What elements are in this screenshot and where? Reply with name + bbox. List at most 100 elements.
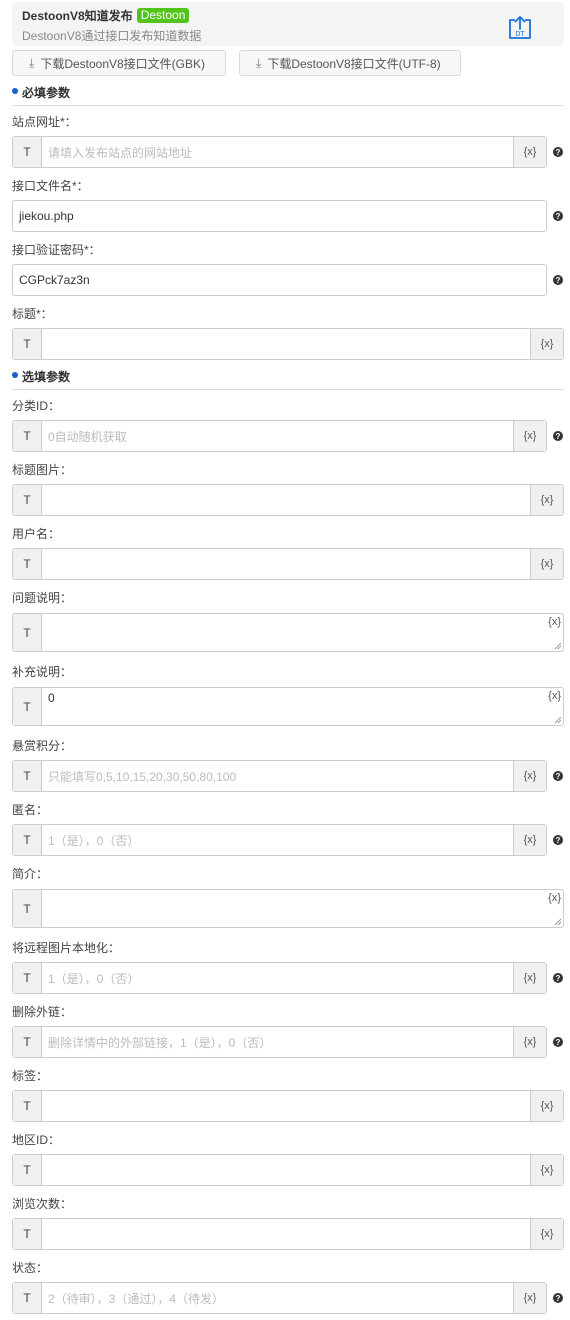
insert-variable-button[interactable]: {x} [530, 329, 563, 359]
intro-textarea[interactable] [42, 890, 563, 927]
reward-points-field: T 只能填写0,5,10,15,20,30,50,80,100 {x} [12, 760, 547, 792]
views-field: T {x} [12, 1218, 564, 1250]
username-input[interactable] [42, 549, 530, 579]
plugin-title: DestoonV8知道发布 [22, 8, 133, 23]
remove-links-input[interactable]: 删除详情中的外部链接，1（是），0（否） [42, 1027, 513, 1057]
help-icon[interactable]: ? [553, 147, 563, 157]
download-gbk-button[interactable]: ⤓ 下载DestoonV8接口文件(GBK) [12, 50, 226, 76]
title-label: 标题*： [12, 307, 53, 321]
username-field: T {x} [12, 548, 564, 580]
insert-variable-button[interactable]: {x} [513, 825, 546, 855]
help-icon[interactable]: ? [553, 431, 563, 441]
site-url-label: 站点网址*： [12, 115, 77, 129]
bullet-dot [12, 88, 18, 94]
download-icon: ⤓ [29, 55, 35, 70]
insert-variable-button[interactable]: {x} [548, 892, 561, 904]
text-type-prefix: T [13, 1091, 42, 1121]
localize-images-label: 将远程图片本地化： [12, 941, 121, 955]
insert-variable-button[interactable]: {x} [513, 963, 546, 993]
download-utf8-button[interactable]: ⤓ 下载DestoonV8接口文件(UTF-8) [239, 50, 461, 76]
area-id-input[interactable] [42, 1155, 530, 1185]
anonymous-input[interactable]: 1（是），0（否） [42, 825, 513, 855]
intro-field: T {x} [12, 889, 564, 928]
insert-variable-button[interactable]: {x} [530, 485, 563, 515]
insert-variable-button[interactable]: {x} [548, 690, 561, 702]
optional-section-label: 选填参数 [22, 370, 71, 384]
resize-grip-icon[interactable] [554, 716, 562, 724]
text-type-prefix: T [13, 1283, 42, 1313]
intro-label: 简介： [12, 867, 49, 881]
resize-grip-icon[interactable] [554, 642, 562, 650]
insert-variable-button[interactable]: {x} [548, 616, 561, 628]
area-id-field: T {x} [12, 1154, 564, 1186]
help-icon[interactable]: ? [553, 1293, 563, 1303]
text-type-prefix: T [13, 614, 42, 651]
status-label: 状态： [12, 1261, 49, 1275]
dt-upload-icon[interactable]: DT [506, 14, 534, 42]
help-icon[interactable]: ? [553, 211, 563, 221]
localize-images-field: T 1（是），0（否） {x} [12, 962, 547, 994]
anonymous-label: 匿名： [12, 803, 49, 817]
title-image-input[interactable] [42, 485, 530, 515]
text-type-prefix: T [13, 1027, 42, 1057]
title-input[interactable] [42, 329, 530, 359]
api-file-input[interactable]: jiekou.php [13, 201, 546, 231]
api-file-field: jiekou.php [12, 200, 547, 232]
api-password-input[interactable]: CGPck7az3n [13, 265, 546, 295]
site-url-input[interactable]: 请填入发布站点的网站地址 [42, 137, 513, 167]
help-icon[interactable]: ? [553, 771, 563, 781]
insert-variable-button[interactable]: {x} [513, 421, 546, 451]
resize-grip-icon[interactable] [554, 918, 562, 926]
insert-variable-button[interactable]: {x} [513, 761, 546, 791]
text-type-prefix: T [13, 1219, 42, 1249]
help-icon[interactable]: ? [553, 275, 563, 285]
status-input[interactable]: 2（待审），3（通过），4（待发） [42, 1283, 513, 1313]
remove-links-label: 删除外链： [12, 1005, 73, 1019]
tags-field: T {x} [12, 1090, 564, 1122]
category-id-label: 分类ID： [12, 399, 61, 413]
supplement-textarea[interactable]: 0 [42, 688, 563, 725]
text-type-prefix: T [13, 329, 42, 359]
insert-variable-button[interactable]: {x} [513, 1027, 546, 1057]
text-type-prefix: T [13, 485, 42, 515]
text-type-prefix: T [13, 137, 42, 167]
download-icon: ⤓ [256, 55, 262, 70]
required-section-label: 必填参数 [22, 86, 71, 100]
remove-links-field: T 删除详情中的外部链接，1（是），0（否） {x} [12, 1026, 547, 1058]
plugin-header: DestoonV8知道发布 Destoon DestoonV8通过接口发布知道数… [12, 2, 564, 46]
category-id-input[interactable]: 0自动随机获取 [42, 421, 513, 451]
question-desc-textarea[interactable] [42, 614, 563, 651]
tags-input[interactable] [42, 1091, 530, 1121]
text-type-prefix: T [13, 688, 42, 725]
help-icon[interactable]: ? [553, 835, 563, 845]
insert-variable-button[interactable]: {x} [530, 1219, 563, 1249]
insert-variable-button[interactable]: {x} [530, 1155, 563, 1185]
title-image-field: T {x} [12, 484, 564, 516]
question-desc-field: T {x} [12, 613, 564, 652]
area-id-label: 地区ID： [12, 1133, 61, 1147]
title-field: T {x} [12, 328, 564, 360]
text-type-prefix: T [13, 963, 42, 993]
insert-variable-button[interactable]: {x} [530, 549, 563, 579]
help-icon[interactable]: ? [553, 1037, 563, 1047]
status-field: T 2（待审），3（通过），4（待发） {x} [12, 1282, 547, 1314]
plugin-subtitle: DestoonV8通过接口发布知道数据 [22, 29, 202, 43]
api-password-field: CGPck7az3n [12, 264, 547, 296]
insert-variable-button[interactable]: {x} [530, 1091, 563, 1121]
insert-variable-button[interactable]: {x} [513, 137, 546, 167]
text-type-prefix: T [13, 1155, 42, 1185]
reward-points-input[interactable]: 只能填写0,5,10,15,20,30,50,80,100 [42, 761, 513, 791]
insert-variable-button[interactable]: {x} [513, 1283, 546, 1313]
question-desc-label: 问题说明： [12, 591, 73, 605]
text-type-prefix: T [13, 890, 42, 927]
help-icon[interactable]: ? [553, 973, 563, 983]
localize-images-input[interactable]: 1（是），0（否） [42, 963, 513, 993]
text-type-prefix: T [13, 421, 42, 451]
api-password-label: 接口验证密码*： [12, 243, 101, 257]
supplement-label: 补充说明： [12, 665, 73, 679]
supplement-field: T 0 {x} [12, 687, 564, 726]
site-url-field: T 请填入发布站点的网站地址 {x} [12, 136, 547, 168]
anonymous-field: T 1（是），0（否） {x} [12, 824, 547, 856]
text-type-prefix: T [13, 549, 42, 579]
views-input[interactable] [42, 1219, 530, 1249]
